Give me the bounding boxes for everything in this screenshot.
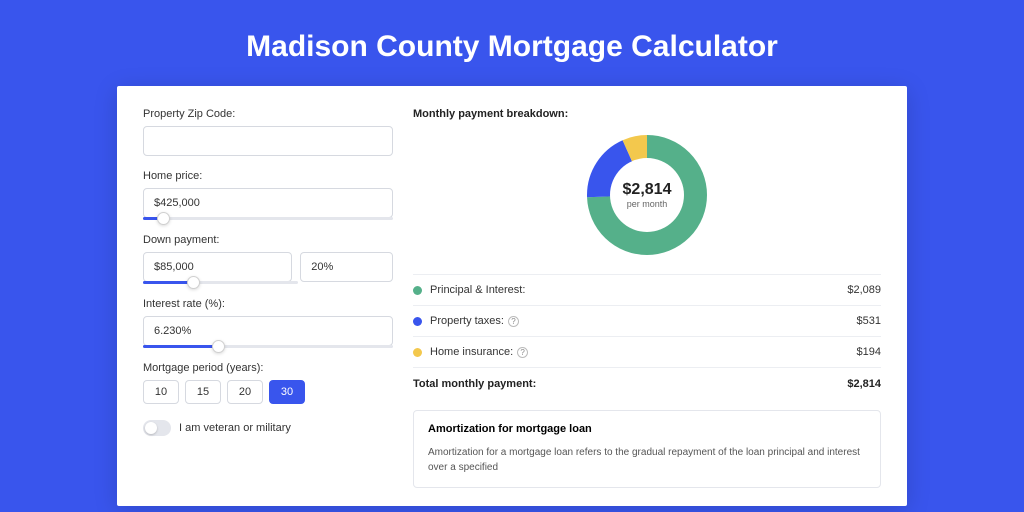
- period-option-15[interactable]: 15: [185, 380, 221, 404]
- zip-label: Property Zip Code:: [143, 108, 393, 120]
- legend-label: Principal & Interest:: [430, 284, 847, 296]
- total-row: Total monthly payment: $2,814: [413, 368, 881, 404]
- period-option-30[interactable]: 30: [269, 380, 305, 404]
- legend-label: Home insurance: ?: [430, 346, 857, 358]
- donut-amount: $2,814: [623, 181, 672, 199]
- home-price-label: Home price:: [143, 170, 393, 182]
- down-payment-slider[interactable]: [143, 281, 298, 284]
- breakdown-column: Monthly payment breakdown: $2,814 per mo…: [413, 108, 881, 506]
- down-payment-label: Down payment:: [143, 234, 393, 246]
- legend-dot: [413, 286, 422, 295]
- zip-input[interactable]: [143, 126, 393, 156]
- home-price-slider[interactable]: [143, 217, 393, 220]
- total-label: Total monthly payment:: [413, 378, 847, 390]
- down-payment-amount-input[interactable]: [143, 252, 292, 282]
- legend-row-insurance: Home insurance: ? $194: [413, 337, 881, 367]
- legend-value: $2,089: [847, 284, 881, 296]
- legend-dot: [413, 348, 422, 357]
- veteran-toggle-row: I am veteran or military: [143, 420, 393, 436]
- period-label: Mortgage period (years):: [143, 362, 393, 374]
- legend-value: $194: [857, 346, 881, 358]
- zip-field: Property Zip Code:: [143, 108, 393, 156]
- total-value: $2,814: [847, 378, 881, 390]
- legend-dot: [413, 317, 422, 326]
- amortization-title: Amortization for mortgage loan: [428, 423, 866, 435]
- down-payment-pct-input[interactable]: [300, 252, 393, 282]
- legend-label: Property taxes: ?: [430, 315, 857, 327]
- home-price-field: Home price:: [143, 170, 393, 220]
- donut-chart: $2,814 per month: [586, 134, 708, 256]
- donut-chart-wrap: $2,814 per month: [413, 134, 881, 256]
- home-price-input[interactable]: [143, 188, 393, 218]
- veteran-toggle[interactable]: [143, 420, 171, 436]
- amortization-text: Amortization for a mortgage loan refers …: [428, 445, 866, 475]
- page-title: Madison County Mortgage Calculator: [0, 0, 1024, 86]
- input-column: Property Zip Code: Home price: Down paym…: [143, 108, 393, 506]
- period-option-20[interactable]: 20: [227, 380, 263, 404]
- legend-row-principal: Principal & Interest: $2,089: [413, 275, 881, 305]
- interest-rate-label: Interest rate (%):: [143, 298, 393, 310]
- period-option-10[interactable]: 10: [143, 380, 179, 404]
- interest-rate-input[interactable]: [143, 316, 393, 346]
- period-options: 10 15 20 30: [143, 380, 393, 404]
- help-icon[interactable]: ?: [508, 316, 519, 327]
- breakdown-title: Monthly payment breakdown:: [413, 108, 881, 120]
- donut-center: $2,814 per month: [610, 158, 684, 232]
- down-payment-field: Down payment:: [143, 234, 393, 284]
- legend-row-taxes: Property taxes: ? $531: [413, 306, 881, 336]
- period-field: Mortgage period (years): 10 15 20 30: [143, 362, 393, 404]
- help-icon[interactable]: ?: [517, 347, 528, 358]
- veteran-label: I am veteran or military: [179, 422, 291, 434]
- amortization-box: Amortization for mortgage loan Amortizat…: [413, 410, 881, 488]
- calculator-card: Property Zip Code: Home price: Down paym…: [117, 86, 907, 506]
- interest-rate-slider[interactable]: [143, 345, 393, 348]
- donut-sub: per month: [627, 199, 668, 209]
- interest-rate-field: Interest rate (%):: [143, 298, 393, 348]
- legend-value: $531: [857, 315, 881, 327]
